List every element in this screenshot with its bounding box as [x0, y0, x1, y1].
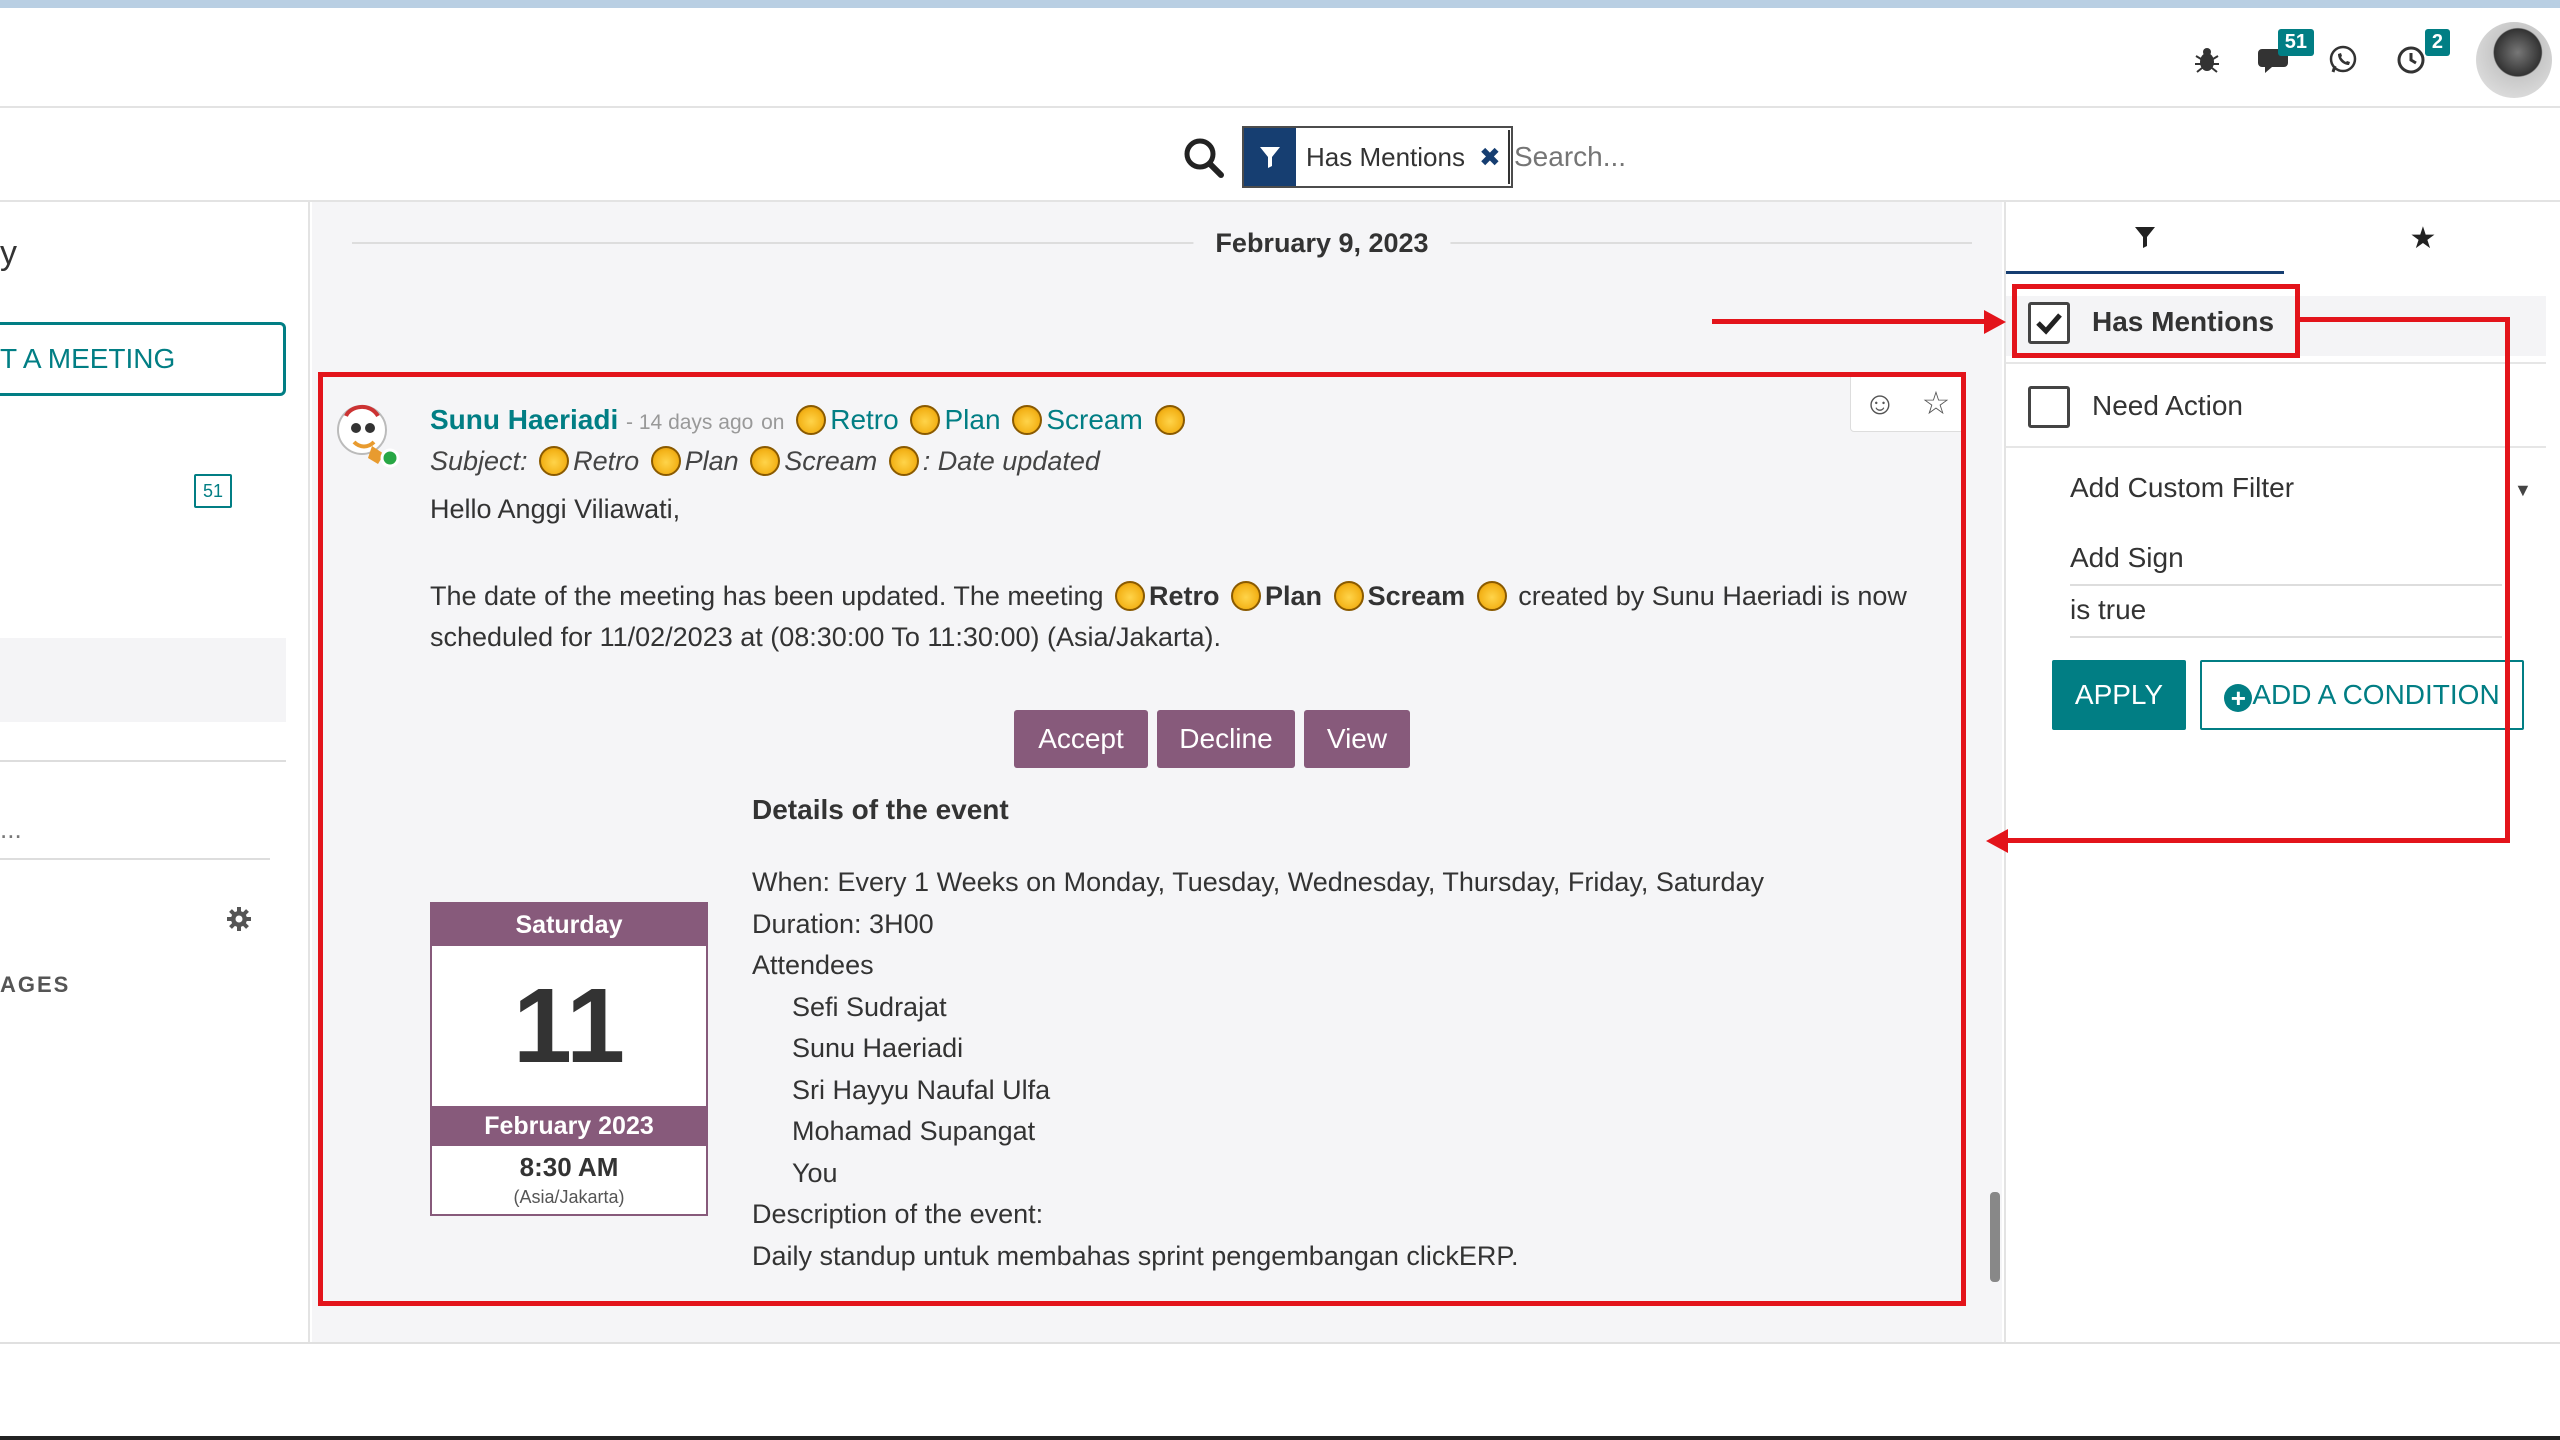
- search-icon[interactable]: [1182, 136, 1226, 180]
- screen-edge: [0, 1436, 2560, 1440]
- top-navbar: 51 2: [0, 8, 2560, 108]
- discuss-sidebar: y T A MEETING 51 ... AGES: [0, 202, 310, 1342]
- tab-favorites[interactable]: ★: [2284, 202, 2560, 274]
- need-action-label[interactable]: Need Action: [2092, 390, 2243, 422]
- filter-icon: [2135, 226, 2155, 248]
- annotation-arrow-line: [1712, 319, 1986, 324]
- bottom-area: [0, 1342, 2560, 1440]
- sidebar-section-label: AGES: [0, 972, 71, 997]
- facet-remove-icon[interactable]: ✖: [1479, 128, 1511, 186]
- divider: [0, 858, 270, 860]
- condition-value-select[interactable]: is true: [2070, 594, 2146, 626]
- sidebar-item-truncated[interactable]: ...: [0, 814, 22, 845]
- annotation-arrow-head: [1986, 829, 2008, 853]
- plus-circle-icon: +: [2224, 684, 2253, 712]
- filter-icon: [1244, 128, 1296, 186]
- divider: [2006, 362, 2546, 364]
- annotation-arrow-head: [1984, 310, 2006, 334]
- bug-icon[interactable]: [2182, 35, 2232, 85]
- sidebar-item-active[interactable]: [0, 638, 286, 722]
- inbox-counter-badge: 51: [194, 474, 232, 508]
- date-separator: February 9, 2023: [1193, 228, 1451, 259]
- start-meeting-button[interactable]: T A MEETING: [0, 322, 286, 396]
- need-action-checkbox[interactable]: [2028, 386, 2070, 428]
- divider: [2070, 636, 2502, 638]
- search-facet: Has Mentions ✖: [1242, 126, 1513, 188]
- filter-panel: ★ Has Mentions Need Action Add Custom Fi…: [2004, 202, 2560, 1342]
- condition-field-select[interactable]: Add Sign: [2070, 542, 2184, 574]
- tab-filters[interactable]: [2006, 202, 2284, 274]
- divider: [2006, 446, 2546, 448]
- browser-edge: [0, 0, 2560, 8]
- gear-icon[interactable]: [226, 906, 252, 939]
- activity-clock-icon[interactable]: 2: [2386, 29, 2450, 85]
- add-condition-button[interactable]: + ADD A CONDITION: [2200, 660, 2524, 730]
- annotation-bracket-top: [2300, 317, 2510, 322]
- whatsapp-icon[interactable]: [2318, 35, 2368, 85]
- apply-button[interactable]: APPLY: [2052, 660, 2186, 730]
- star-icon: ★: [2409, 221, 2437, 255]
- add-condition-label: ADD A CONDITION: [2252, 679, 2500, 710]
- systray: 51 2: [2164, 22, 2560, 98]
- date-separator-line: [352, 242, 1972, 244]
- user-avatar[interactable]: [2476, 22, 2552, 98]
- annotation-bracket-bottom: [2006, 838, 2510, 843]
- sidebar-partial-heading: y: [0, 234, 17, 272]
- facet-label: Has Mentions: [1306, 142, 1465, 172]
- search-bar: Has Mentions ✖: [0, 110, 2560, 202]
- caret-down-icon[interactable]: ▼: [2514, 480, 2532, 501]
- annotation-bracket-side: [2505, 317, 2510, 843]
- annotation-filter-highlight: [2012, 284, 2300, 358]
- annotation-message-highlight: [318, 372, 1966, 1306]
- divider: [2070, 584, 2502, 586]
- scrollbar[interactable]: [1990, 1192, 2000, 1282]
- activities-badge: 2: [2424, 29, 2450, 56]
- add-custom-filter-toggle[interactable]: Add Custom Filter: [2070, 472, 2294, 504]
- search-input[interactable]: [1508, 130, 1948, 184]
- chat-icon[interactable]: 51: [2250, 29, 2314, 85]
- divider: [0, 760, 286, 762]
- messages-badge: 51: [2277, 29, 2314, 56]
